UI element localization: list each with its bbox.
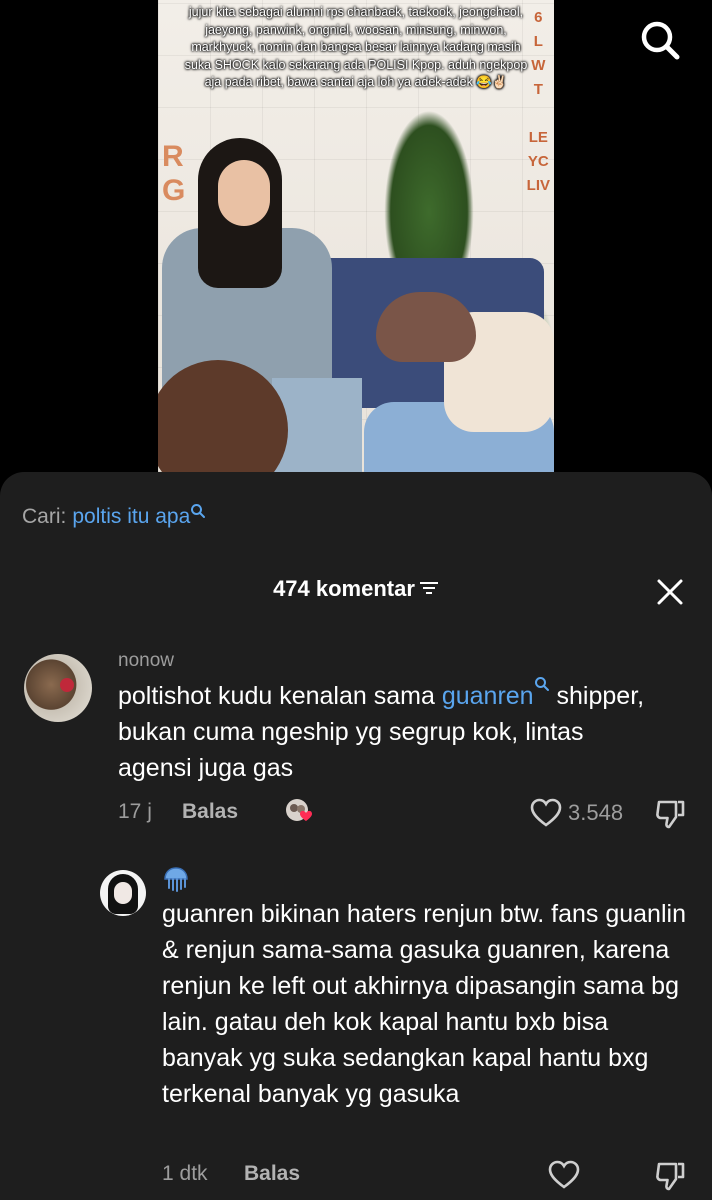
comment-count: 474 komentar [273,576,415,601]
comment-text: guanren bikinan haters renjun btw. fans … [162,900,686,1108]
search-icon [641,21,680,60]
comments-header: 474 komentar [0,576,712,602]
video-caption: jujur kita sebagai alumni rps chanbaek, … [184,5,528,89]
comments-sheet: Cari: poltis itu apa 474 komentar nonow p… [0,472,712,1200]
search-suggestion-term[interactable]: poltis itu apa [72,505,190,528]
wall-side-graphic: 6 L W T LE YC LIV [526,9,550,194]
close-icon [657,579,683,605]
reply-button[interactable]: Balas [182,800,238,824]
comment-meta: 17 j Balas 3.548 [118,798,688,830]
avatar[interactable] [24,654,92,722]
comment-meta: 1 dtk Balas [162,1160,688,1192]
comment-text-part: poltishot kudu kenalan sama [118,682,442,710]
comment-time: 1 dtk [162,1162,208,1185]
comment-text: poltishot kudu kenalan sama guanren ship… [118,677,658,786]
comment-username[interactable]: nonow [118,650,174,672]
close-button[interactable] [656,578,684,606]
comment-search-link[interactable]: guanren [442,682,534,710]
search-icon [534,677,549,691]
jellyfish-emoji-icon[interactable] [162,866,190,894]
reply-button[interactable]: Balas [244,1162,300,1186]
filter-icon[interactable] [419,580,439,596]
search-button[interactable] [638,18,682,62]
creator-liked-icon [286,799,312,821]
search-suggestion[interactable]: Cari: poltis itu apa [22,504,206,529]
person-graphic [354,292,554,472]
search-suggestion-label: Cari: [22,505,67,528]
video-frame[interactable]: R GG U 6LWTLEYCLIV jujur kita sebagai al… [158,0,554,472]
heart-icon[interactable] [530,798,562,828]
plant-graphic [384,110,474,280]
comment-time: 17 j [118,800,152,823]
like-count: 3.548 [568,800,624,825]
avatar[interactable] [100,870,146,916]
search-icon [191,504,206,518]
thumbs-down-icon[interactable] [654,798,686,830]
thumbs-down-icon[interactable] [654,1160,686,1192]
heart-icon[interactable] [548,1160,580,1190]
